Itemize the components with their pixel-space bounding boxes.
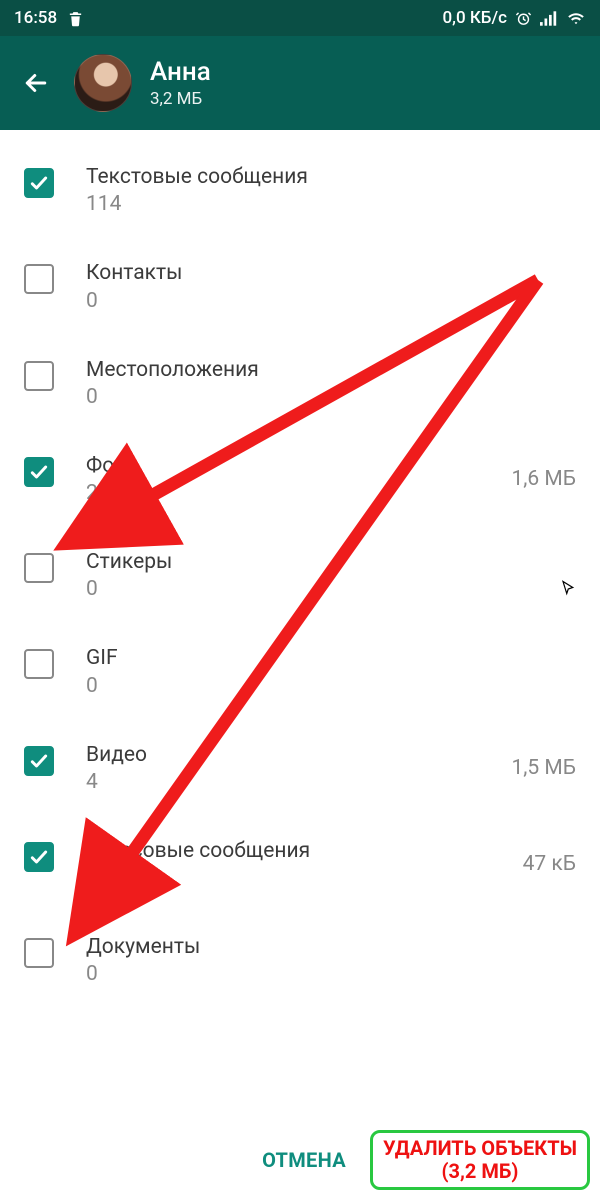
android-statusbar: 16:58 0,0 КБ/с	[0, 0, 600, 36]
item-title: Стикеры	[86, 549, 544, 575]
list-item[interactable]: Местоположения0	[24, 341, 576, 437]
item-title: GIF	[86, 645, 544, 671]
item-count: 4	[86, 770, 479, 794]
item-size: 1,5 МБ	[511, 756, 576, 780]
checkbox[interactable]	[24, 746, 54, 776]
mouse-cursor-icon	[560, 580, 578, 598]
list-item[interactable]: Текстовые сообщения114	[24, 148, 576, 244]
header-title-block: Анна 3,2 МБ	[150, 57, 211, 109]
cancel-button[interactable]: ОТМЕНА	[248, 1138, 360, 1182]
item-title: Фото	[86, 453, 479, 479]
item-title: Местоположения	[86, 357, 544, 383]
list-item[interactable]: Видео4 1,5 МБ	[24, 726, 576, 822]
checkbox[interactable]	[24, 457, 54, 487]
list-item[interactable]: GIF 0	[24, 629, 576, 725]
item-count: 0	[86, 577, 544, 601]
checkbox[interactable]	[24, 168, 54, 198]
item-count: 114	[86, 192, 544, 216]
list-item[interactable]: Стикеры0	[24, 533, 576, 629]
item-count: 0	[86, 289, 544, 313]
footer-bar: ОТМЕНА УДАЛИТЬ ОБЪЕКТЫ (3,2 МБ)	[0, 1126, 600, 1200]
list-item[interactable]: Документы0	[24, 918, 576, 1014]
appbar: Анна 3,2 МБ	[0, 36, 600, 130]
media-category-list: Текстовые сообщения114Контакты0Местополо…	[0, 130, 600, 1126]
checkbox[interactable]	[24, 361, 54, 391]
list-item[interactable]: Фото20 1,6 МБ	[24, 437, 576, 533]
status-net-rate: 0,0 КБ/с	[443, 8, 508, 28]
item-size: 1,6 МБ	[511, 467, 576, 491]
alarm-icon	[515, 10, 532, 27]
checkbox[interactable]	[24, 553, 54, 583]
item-title: Текстовые сообщения	[86, 164, 544, 190]
wifi-icon	[566, 10, 586, 27]
item-count: 20	[86, 481, 479, 505]
delete-button-line1: УДАЛИТЬ ОБЪЕКТЫ	[383, 1136, 577, 1160]
contact-name: Анна	[150, 57, 211, 87]
item-title: Видео	[86, 742, 479, 768]
list-item[interactable]: Голосовые сообщения12 47 кБ	[24, 822, 576, 918]
item-title: Документы	[86, 934, 544, 960]
item-title: Контакты	[86, 260, 544, 286]
item-size: 47 кБ	[523, 852, 576, 876]
item-count: 0	[86, 385, 544, 409]
trash-icon	[67, 10, 84, 27]
status-time: 16:58	[14, 8, 57, 28]
delete-button-line2: (3,2 МБ)	[442, 1159, 519, 1183]
item-count: 12	[86, 866, 491, 890]
item-title: Голосовые сообщения	[86, 838, 491, 864]
back-button[interactable]	[16, 63, 56, 103]
item-count: 0	[86, 674, 544, 698]
checkbox[interactable]	[24, 264, 54, 294]
checkbox[interactable]	[24, 938, 54, 968]
list-item[interactable]: Контакты 0	[24, 244, 576, 340]
delete-button[interactable]: УДАЛИТЬ ОБЪЕКТЫ (3,2 МБ)	[370, 1130, 590, 1190]
item-count: 0	[86, 962, 544, 986]
checkbox[interactable]	[24, 842, 54, 872]
contact-total-size: 3,2 МБ	[150, 89, 211, 109]
checkbox[interactable]	[24, 649, 54, 679]
avatar[interactable]	[74, 54, 132, 112]
signal-icon	[540, 10, 558, 27]
